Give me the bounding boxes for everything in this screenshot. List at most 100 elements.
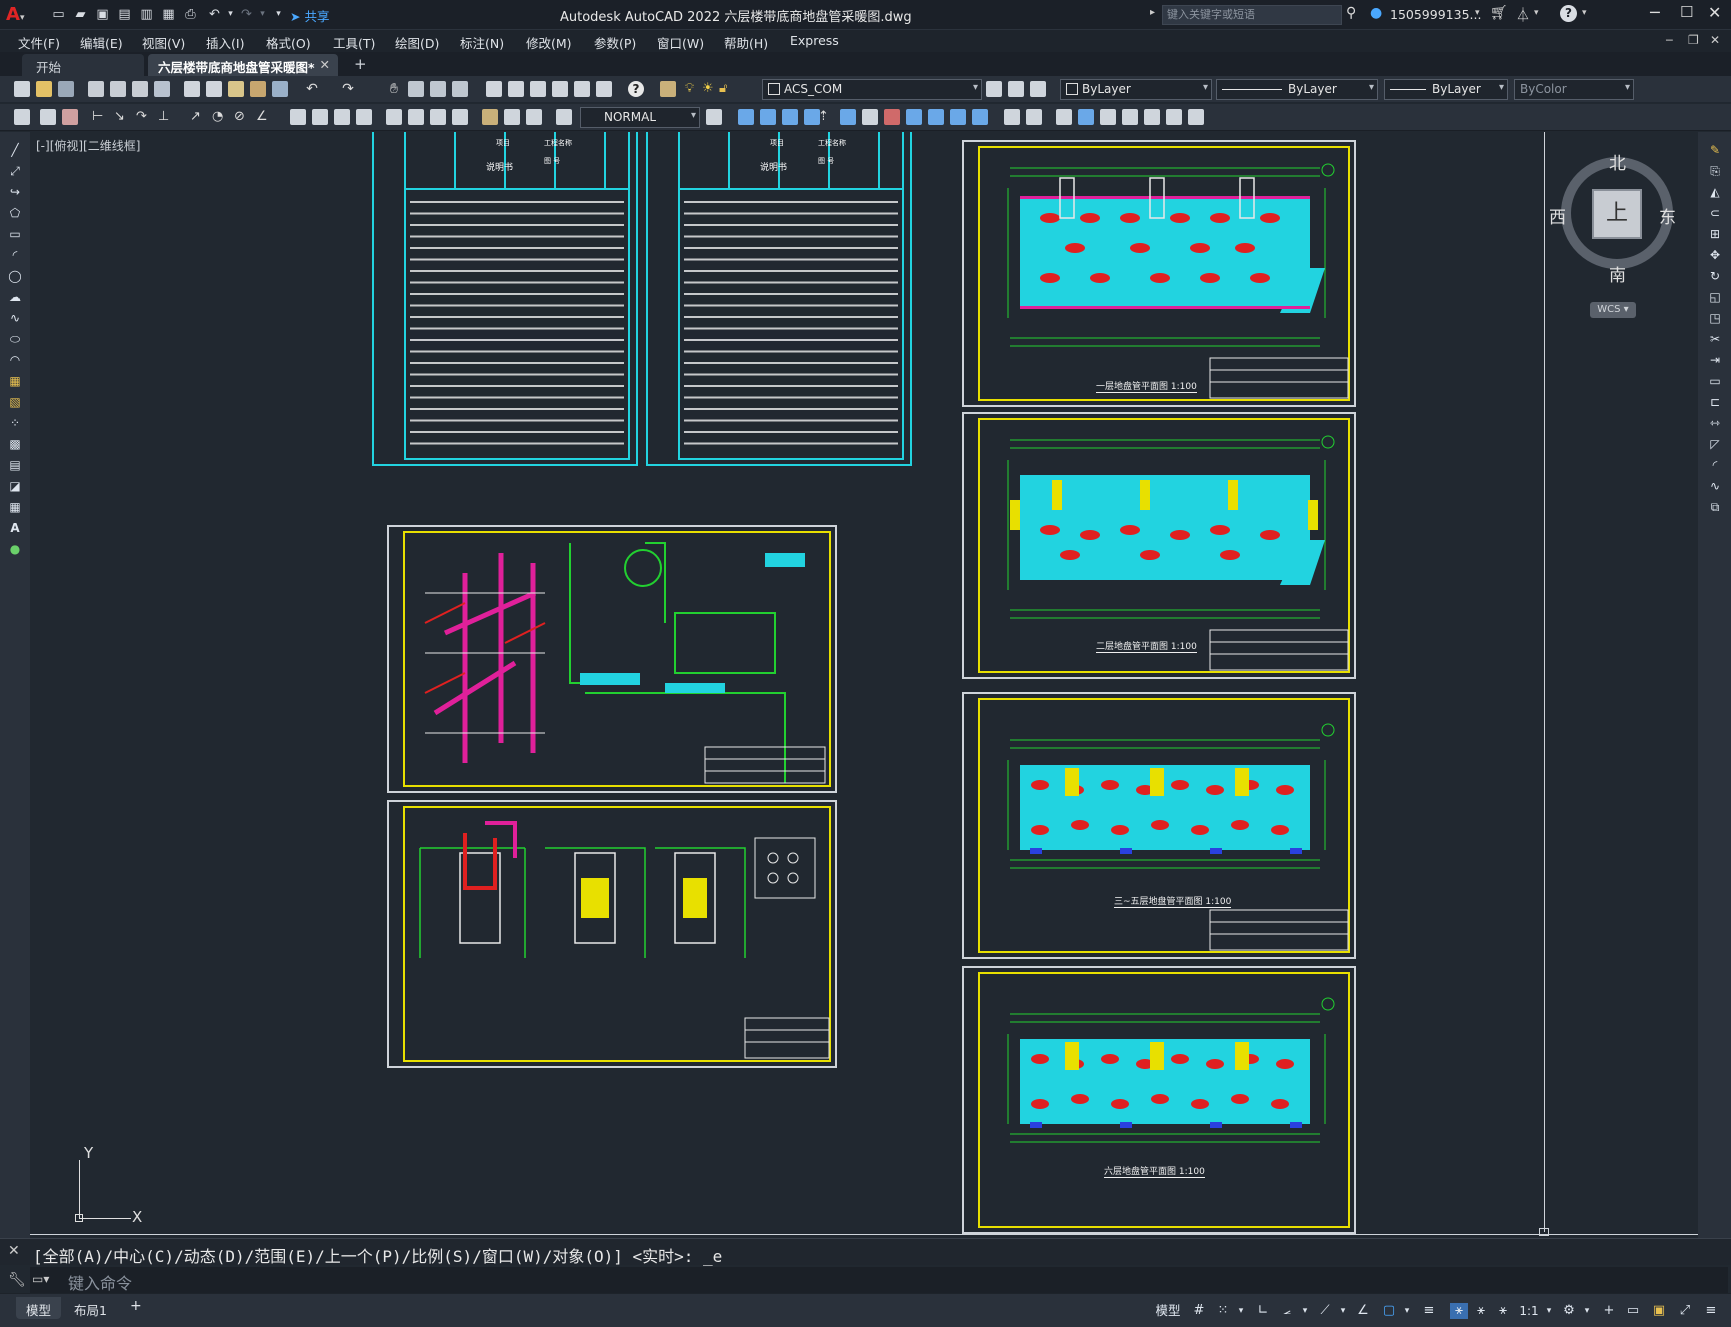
plot-preview-icon[interactable]: [110, 81, 126, 97]
cut-icon[interactable]: [184, 81, 200, 97]
gradient-icon[interactable]: ▤: [7, 457, 23, 473]
move-modify-icon[interactable]: ✥: [1707, 247, 1723, 263]
undo-dropdown-icon[interactable]: ▾: [222, 6, 239, 23]
open-file-icon[interactable]: ▰: [72, 6, 89, 23]
dim-edit-icon[interactable]: [482, 109, 498, 125]
line-icon[interactable]: ╱: [7, 142, 23, 158]
make-block-icon[interactable]: ▧: [7, 394, 23, 410]
table-icon[interactable]: ▦: [7, 499, 23, 515]
erase-icon[interactable]: ✎: [1707, 142, 1723, 158]
command-close-icon[interactable]: ✕: [8, 1243, 20, 1259]
viewcube-top-face[interactable]: 上: [1592, 189, 1642, 239]
polyline-icon[interactable]: ↪: [7, 184, 23, 200]
pan-icon[interactable]: ✋︎: [386, 81, 402, 97]
hardware-acceleration-icon[interactable]: ▣: [1650, 1303, 1668, 1319]
cart-icon[interactable]: 🛒︎: [1490, 5, 1508, 21]
ellipse-arc-icon[interactable]: ◠: [7, 352, 23, 368]
add-selected-icon[interactable]: ●: [7, 541, 23, 557]
layer-states-icon[interactable]: [1030, 81, 1046, 97]
offset-icon[interactable]: [782, 109, 798, 125]
user-dropdown-icon[interactable]: ▾: [1475, 8, 1480, 18]
construction-line-icon[interactable]: ⤢: [7, 163, 23, 179]
markup-icon[interactable]: [574, 81, 590, 97]
layer-previous-icon[interactable]: [1008, 81, 1024, 97]
properties-icon[interactable]: [486, 81, 502, 97]
annotation-scale-icon[interactable]: ⚹: [1494, 1303, 1512, 1319]
add-layout-plus-icon[interactable]: +: [120, 1295, 152, 1317]
zoom-previous-icon[interactable]: [452, 81, 468, 97]
menu-dimension[interactable]: 标注(N): [460, 33, 504, 52]
make-current-layer-icon[interactable]: [986, 81, 1002, 97]
object-snap-tracking-icon[interactable]: ∠: [1354, 1303, 1372, 1319]
minimize-window-icon[interactable]: ─: [1650, 3, 1660, 22]
isolate-objects-icon[interactable]: ▭: [1624, 1303, 1642, 1319]
menu-format[interactable]: 格式(O): [266, 33, 311, 52]
dim-continue-icon[interactable]: [312, 109, 328, 125]
center-mark-icon[interactable]: [408, 109, 424, 125]
draworder-below-icon[interactable]: [1144, 109, 1160, 125]
layer-freeze-icon[interactable]: ☀: [702, 81, 718, 97]
hatch-icon[interactable]: ▩: [7, 436, 23, 452]
save-web-icon[interactable]: ▦: [160, 6, 177, 23]
layer-on-icon[interactable]: 💡︎: [685, 81, 701, 97]
fillet-icon[interactable]: [1026, 109, 1042, 125]
menu-modify[interactable]: 修改(M): [526, 33, 572, 52]
close-window-icon[interactable]: ✕: [1708, 3, 1721, 22]
viewport-controls-label[interactable]: [-][俯视][二维线框]: [36, 137, 140, 154]
user-account-button[interactable]: 1505999135...: [1390, 7, 1481, 22]
grid-icon[interactable]: #: [1190, 1303, 1208, 1319]
dim-break-icon[interactable]: [356, 109, 372, 125]
plot-icon-2[interactable]: [88, 81, 104, 97]
draworder-back-icon[interactable]: [1100, 109, 1116, 125]
scale-icon[interactable]: [862, 109, 878, 125]
search-expand-icon[interactable]: ▸: [1150, 7, 1155, 18]
autocad-logo-icon[interactable]: A▾: [6, 4, 28, 26]
rotate-modify-icon[interactable]: ↻: [1707, 268, 1723, 284]
viewcube-north[interactable]: 北: [1609, 149, 1626, 174]
isodraft-dropdown-icon[interactable]: ▾: [1334, 1303, 1352, 1319]
workspace-dropdown-icon[interactable]: ▾: [1578, 1303, 1596, 1319]
open-web-icon[interactable]: ▥: [138, 6, 155, 23]
blend-icon[interactable]: ∿: [1707, 478, 1723, 494]
stretch-modify-icon[interactable]: ◳: [1707, 310, 1723, 326]
save-icon-2[interactable]: [58, 81, 74, 97]
add-scales-icon[interactable]: +: [1600, 1303, 1618, 1319]
insert-block-icon[interactable]: ▦: [7, 373, 23, 389]
tab-active-drawing[interactable]: 六层楼带底商地盘管采暖图* ✕: [148, 54, 338, 76]
circle-icon[interactable]: ◯: [7, 268, 23, 284]
annotation-scale-value[interactable]: 1:1: [1518, 1303, 1540, 1319]
doc-restore-icon[interactable]: ❐: [1688, 33, 1699, 47]
zoom-realtime-icon[interactable]: [408, 81, 424, 97]
publish-icon[interactable]: [132, 81, 148, 97]
dims-front-icon[interactable]: [1188, 109, 1204, 125]
redo-icon-2[interactable]: ↷: [340, 81, 356, 97]
copy-icon[interactable]: [206, 81, 222, 97]
redo-dropdown-icon[interactable]: ▾: [254, 6, 271, 23]
explode-icon[interactable]: [1056, 109, 1072, 125]
design-center-icon[interactable]: [508, 81, 524, 97]
menu-parametric[interactable]: 参数(P): [594, 33, 636, 52]
dim-ordinate-icon[interactable]: ↘: [114, 109, 130, 125]
chamfer-modify-icon[interactable]: ◸: [1707, 436, 1723, 452]
dim-style-manager-icon[interactable]: [706, 109, 722, 125]
user-icon[interactable]: ●: [1370, 5, 1382, 21]
rectangle-icon[interactable]: ▭: [7, 226, 23, 242]
model-space-button[interactable]: 模型: [1150, 1303, 1186, 1319]
dim-circle-icon[interactable]: ⊘: [234, 109, 250, 125]
copy-object-icon[interactable]: [738, 109, 754, 125]
object-snap-icon[interactable]: ▢: [1380, 1303, 1398, 1319]
block-editor-icon[interactable]: [272, 81, 288, 97]
spline-icon[interactable]: ∿: [7, 310, 23, 326]
customization-icon[interactable]: ≡: [1702, 1303, 1720, 1319]
new-tab-plus-icon[interactable]: +: [344, 52, 377, 74]
qnew-icon[interactable]: [14, 81, 30, 97]
help-dropdown-icon[interactable]: ▾: [1582, 8, 1587, 18]
workspace-gear-icon[interactable]: ⚙: [1560, 1303, 1578, 1319]
chamfer-icon[interactable]: [1004, 109, 1020, 125]
doc-minimize-icon[interactable]: ─: [1666, 34, 1673, 47]
tab-model[interactable]: 模型: [16, 1297, 62, 1319]
mirror-modify-icon[interactable]: ◭: [1707, 184, 1723, 200]
lineweight-icon[interactable]: ≡: [1420, 1303, 1438, 1319]
open-icon[interactable]: [36, 81, 52, 97]
lineweight-dropdown[interactable]: ByLayer ▾: [1384, 79, 1508, 100]
